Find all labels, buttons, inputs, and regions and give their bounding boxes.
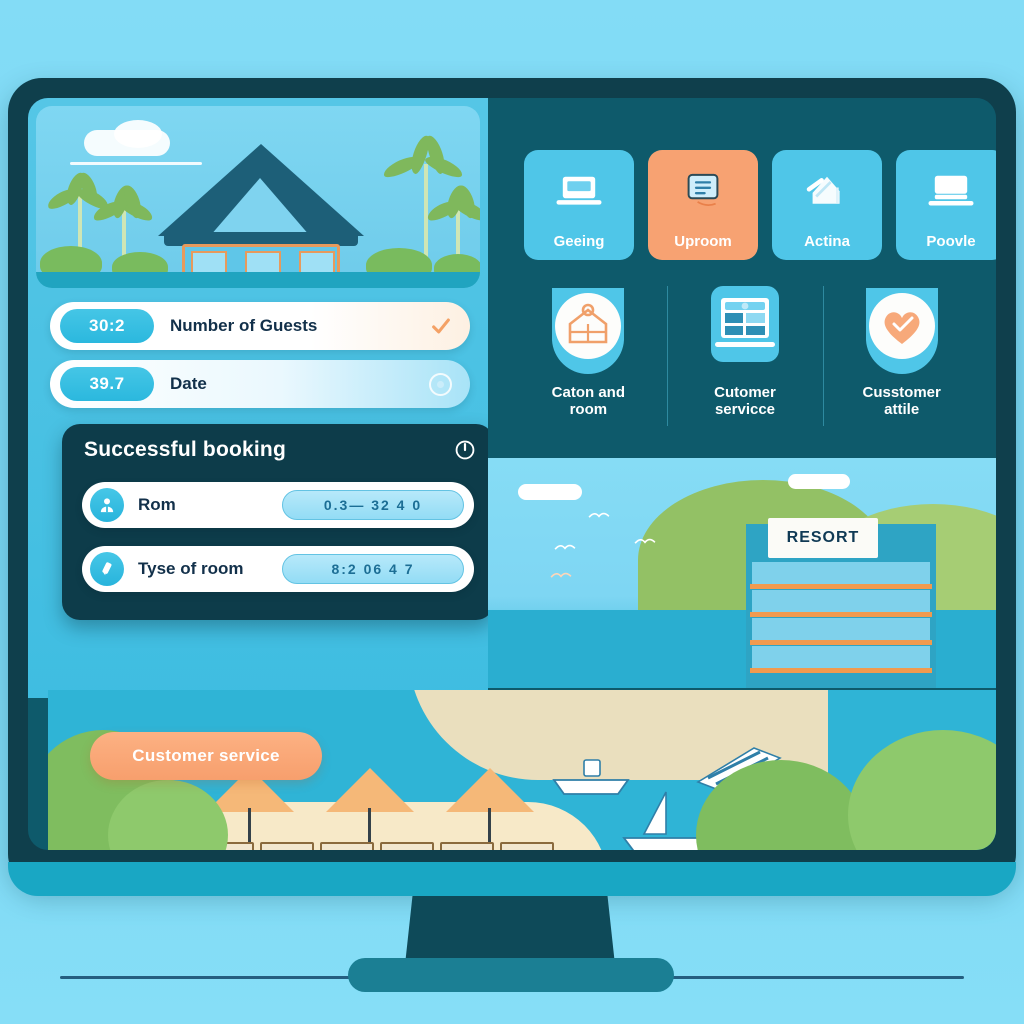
cloud-shape (518, 484, 582, 500)
booking-room-type-label: Tyse of room (138, 559, 244, 578)
lounger (440, 842, 494, 850)
circle-icon (429, 372, 452, 396)
monitor-screen: 30:2 Number of Guests 39.7 Date Successf… (28, 98, 996, 850)
monitor-chin (8, 862, 1016, 896)
booking-row-room[interactable]: Rom 0.3— 32 4 0 (82, 482, 474, 528)
check-icon (432, 318, 450, 334)
booking-confirmation-card: Successful booking Rom 0.3— 32 4 0 Tyse … (62, 424, 494, 620)
resort-scenery-panel: RESORT (488, 458, 996, 688)
feature-label-line2: attile (884, 401, 920, 419)
feature-label-line2: servicce (714, 401, 776, 419)
lounger (260, 842, 314, 850)
booking-room-type-value: 8:2 06 4 7 (282, 554, 464, 584)
customer-service-label: Customer service (132, 746, 280, 765)
monitor-frame: 30:2 Number of Guests 39.7 Date Successf… (8, 78, 1016, 888)
feature-customer-service[interactable]: Cutomer servicce (666, 280, 824, 426)
lounger (320, 842, 374, 850)
feature-caton-and-room[interactable]: Caton and room (510, 280, 667, 419)
feature-label-line1: Cusstomer (862, 384, 941, 401)
monitor-stand-base (348, 958, 674, 992)
bird-icon (588, 512, 610, 518)
laptop-icon (928, 175, 974, 205)
screenshot-stage: 30:2 Number of Guests 39.7 Date Successf… (0, 0, 1024, 1024)
tile-grid: Geeing Uproom Actina Poovle (524, 150, 996, 260)
laptop-icon (556, 176, 602, 205)
bird-icon (634, 538, 656, 544)
booking-room-value: 0.3— 32 4 0 (282, 490, 464, 520)
customer-service-button[interactable]: Customer service (90, 732, 322, 780)
resort-sign-text: RESORT (786, 529, 860, 546)
tile-uproom[interactable]: Uproom (648, 150, 758, 260)
pen-icon (90, 552, 124, 586)
booking-row-room-type[interactable]: Tyse of room 8:2 06 4 7 (82, 546, 474, 592)
date-label: Date (170, 374, 207, 393)
document-screen-icon (687, 173, 719, 206)
feature-label-line2: room (569, 401, 608, 419)
feature-label-line1: Caton and (551, 384, 625, 401)
feature-list: Caton and room Cutomer servicce Cusstome… (510, 280, 980, 426)
person-icon (90, 488, 124, 522)
right-nav-panel: Geeing Uproom Actina Poovle Caton and ro… (488, 98, 996, 458)
beach-umbrella (446, 768, 534, 812)
laptop-dashboard-icon (711, 286, 779, 362)
guests-badge: 30:2 (60, 309, 154, 343)
crane-icon (806, 176, 840, 204)
bird-icon (550, 572, 572, 578)
bird-icon (554, 544, 576, 550)
pavilion-building (158, 144, 364, 288)
tile-geeing[interactable]: Geeing (524, 150, 634, 260)
lounger (380, 842, 434, 850)
left-booking-panel: 30:2 Number of Guests 39.7 Date Successf… (28, 98, 494, 698)
tile-label: Actina (804, 233, 850, 250)
tile-poovle[interactable]: Poovle (896, 150, 996, 260)
feature-customer-attile[interactable]: Cusstomer attile (823, 280, 980, 426)
booking-card-title: Successful booking (84, 438, 286, 461)
building-badge-icon (552, 288, 625, 375)
hero-illustration (36, 106, 480, 288)
date-badge: 39.7 (60, 367, 154, 401)
lounger (500, 842, 554, 850)
booking-room-label: Rom (138, 495, 176, 514)
tile-label: Uproom (674, 233, 732, 250)
form-row-guests[interactable]: 30:2 Number of Guests (50, 302, 470, 350)
form-row-date[interactable]: 39.7 Date (50, 360, 470, 408)
tile-label: Geeing (553, 233, 605, 250)
cloud-shape (788, 474, 850, 489)
tile-actina[interactable]: Actina (772, 150, 882, 260)
feature-label-line1: Cutomer (714, 384, 776, 401)
beach-umbrella (326, 768, 414, 812)
tile-label: Poovle (926, 233, 976, 250)
power-icon[interactable] (454, 439, 476, 461)
guests-label: Number of Guests (170, 316, 318, 335)
resort-sign: RESORT (768, 518, 878, 558)
heart-shield-icon (865, 288, 938, 375)
